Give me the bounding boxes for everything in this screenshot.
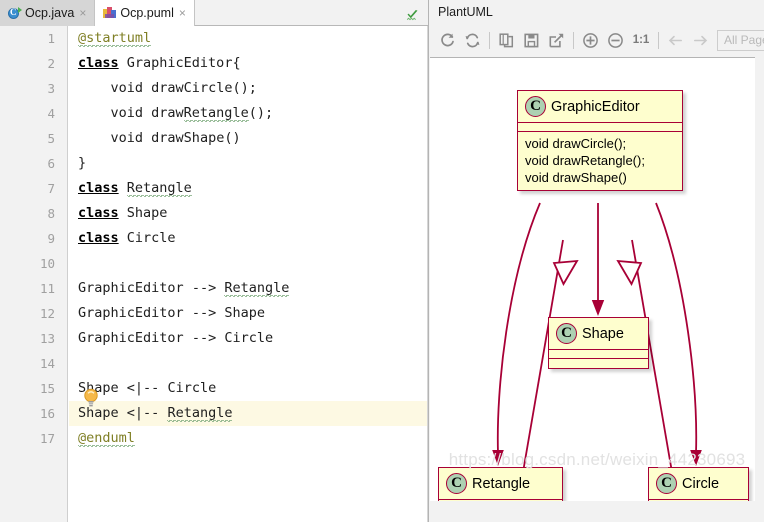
class-badge-icon: C [525,96,546,117]
class-box-retangle[interactable]: C Retangle [438,467,563,501]
zoom-actual-size-button[interactable]: 1:1 [628,34,654,46]
line-number: 7 [47,181,55,196]
line-number: 9 [47,231,55,246]
next-page-icon[interactable] [688,28,713,53]
diagram-bottom-strip [430,501,764,522]
code-line[interactable]: @enduml [69,426,428,451]
code-line[interactable]: class Circle [69,226,428,251]
green-check-icon[interactable] [406,9,419,22]
line-number: 11 [39,281,55,296]
close-icon[interactable]: × [178,7,187,19]
class-method: void drawShape() [525,170,627,185]
class-method: void drawCircle(); [525,136,627,151]
line-number: 2 [47,56,55,71]
class-name: GraphicEditor [551,98,640,115]
reload-icon[interactable] [435,28,460,53]
save-icon[interactable] [519,28,544,53]
toolbar-separator [485,28,494,53]
line-number: 10 [39,256,55,271]
line-number: 8 [47,206,55,221]
code-line[interactable]: void drawCircle(); [69,76,428,101]
zoom-out-icon[interactable] [603,28,628,53]
class-attributes-section [549,350,648,359]
diagram-canvas[interactable]: C GraphicEditor void drawCircle(); void … [430,57,764,501]
class-box-shape[interactable]: C Shape [548,317,649,369]
class-header: C GraphicEditor [518,91,682,123]
close-icon[interactable]: × [78,7,87,19]
puml-file-icon [103,6,117,20]
tab-ocp-puml[interactable]: Ocp.puml × [95,0,195,27]
class-header: C Circle [649,468,748,500]
tab-label: Ocp.java [25,6,75,20]
code-line[interactable]: } [69,151,428,176]
editor-pane: C Ocp.java × Ocp.puml × 1 2 3 4 5 6 7 8 9 10 11 12 1… [0,0,428,522]
copy-icon[interactable] [494,28,519,53]
line-number: 6 [47,156,55,171]
code-line[interactable]: class Shape [69,201,428,226]
class-methods-section [549,359,648,368]
code-line[interactable]: GraphicEditor --> Shape [69,301,428,326]
tab-label: Ocp.puml [120,6,174,20]
open-external-icon[interactable] [544,28,569,53]
class-name: Circle [682,475,720,492]
line-number: 16 [39,406,55,421]
code-line[interactable]: GraphicEditor --> Circle [69,326,428,351]
line-number: 4 [47,106,55,121]
code-line[interactable]: @startuml [69,26,428,51]
tab-bar-filler [194,0,428,25]
class-methods-section: void drawCircle(); void drawRetangle(); … [518,132,682,190]
class-name: Retangle [472,475,531,492]
code-line[interactable]: class GraphicEditor{ [69,51,428,76]
class-badge-icon: C [656,473,677,494]
line-number: 15 [39,381,55,396]
line-number: 3 [47,81,55,96]
code-line[interactable]: void drawShape() [69,126,428,151]
code-line[interactable] [69,251,428,276]
class-badge-icon: C [446,473,467,494]
plantuml-tool-window: PlantUML 1:1 All Pag C GraphicEditor voi… [428,0,764,522]
code-line[interactable]: void drawRetangle(); [69,101,428,126]
java-file-icon: C [8,6,22,20]
line-number: 13 [39,331,55,346]
class-box-circle[interactable]: C Circle [648,467,749,501]
plantuml-toolbar: 1:1 All Page [429,24,764,56]
class-header: C Shape [549,318,648,350]
class-box-grapheditor[interactable]: C GraphicEditor void drawCircle(); void … [517,90,683,191]
class-header: C Retangle [439,468,562,500]
page-selector-input[interactable]: All Page [717,29,764,51]
code-line[interactable]: Shape <|-- Circle [69,376,428,401]
toolbar-separator [569,28,578,53]
line-number: 1 [47,31,55,46]
code-line[interactable]: GraphicEditor --> Retangle [69,276,428,301]
class-name: Shape [582,325,624,342]
zoom-in-icon[interactable] [578,28,603,53]
line-number: 17 [39,431,55,446]
line-number: 12 [39,306,55,321]
diagram-vertical-scrollbar[interactable] [755,57,764,501]
prev-page-icon[interactable] [663,28,688,53]
code-line[interactable]: class Retangle [69,176,428,201]
editor-tab-bar: C Ocp.java × Ocp.puml × [0,0,428,27]
tab-ocp-java[interactable]: C Ocp.java × [0,0,96,26]
class-method: void drawRetangle(); [525,153,645,168]
code-text-area[interactable]: @startuml class GraphicEditor{ void drawC… [69,26,428,522]
line-number-gutter[interactable]: 1 2 3 4 5 6 7 8 9 10 11 12 13 14 15 16 17 [0,26,68,522]
plantuml-panel-title: PlantUML [429,0,764,24]
code-line[interactable] [69,351,428,376]
class-attributes-section [518,123,682,132]
ide-window: C Ocp.java × Ocp.puml × 1 2 3 4 5 6 7 8 9 10 11 12 1… [0,0,764,522]
lightbulb-icon[interactable] [83,388,99,408]
refresh-icon[interactable] [460,28,485,53]
toolbar-separator [654,28,663,53]
line-number: 14 [39,356,55,371]
class-badge-icon: C [556,323,577,344]
line-number: 5 [47,131,55,146]
code-line[interactable]: Shape <|-- Retangle [69,401,428,426]
